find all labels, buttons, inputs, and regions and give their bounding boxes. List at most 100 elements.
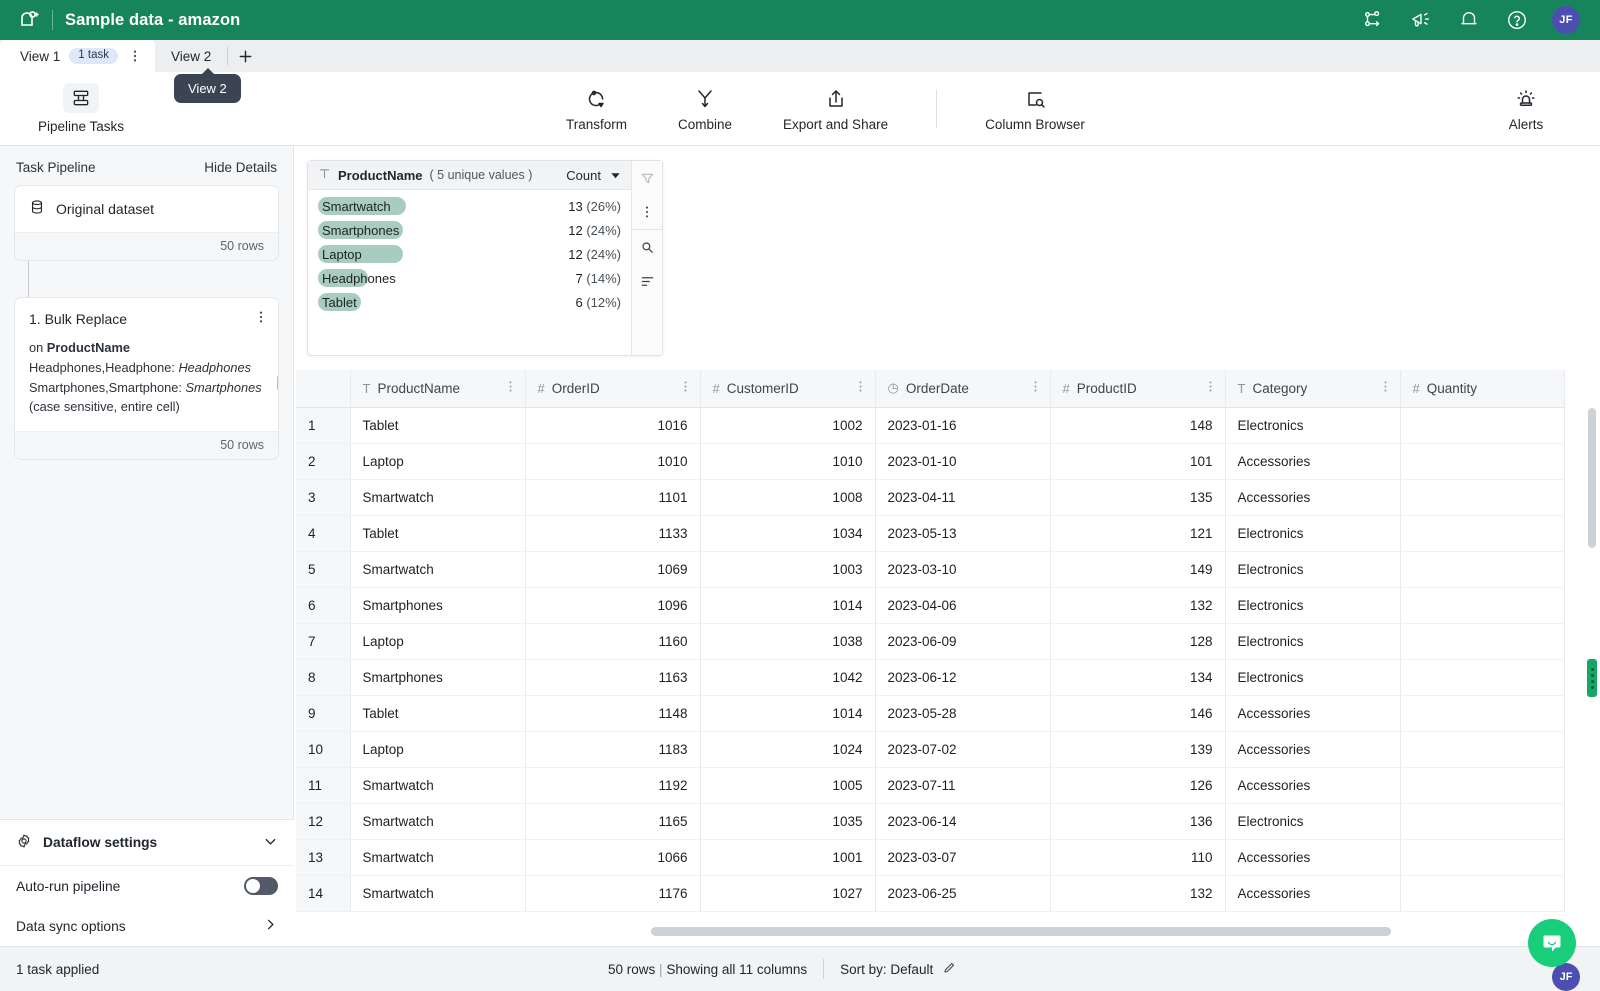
cell-orderid[interactable]: 1192 <box>525 767 701 804</box>
table-row[interactable]: 13 Smartwatch 1066 1001 2023-03-07 110 Accesso… <box>296 839 1565 876</box>
cell-category[interactable]: Electronics <box>1225 551 1401 588</box>
column-header-category[interactable]: T Category <box>1225 370 1401 408</box>
summary-more-options-icon[interactable] <box>632 195 662 229</box>
column-header-productid[interactable]: # ProductID <box>1050 370 1226 408</box>
cell-orderid[interactable]: 1160 <box>525 623 701 660</box>
cell-category[interactable]: Electronics <box>1225 659 1401 696</box>
cell-productname[interactable]: Smartphones <box>350 587 526 624</box>
cell-orderid[interactable]: 1066 <box>525 839 701 876</box>
cell-category[interactable]: Accessories <box>1225 875 1401 912</box>
cell-productname[interactable]: Laptop <box>350 443 526 480</box>
cell-orderdate[interactable]: 2023-06-25 <box>875 875 1051 912</box>
summary-sort-selector[interactable]: Count <box>566 168 621 183</box>
cell-customerid[interactable]: 1008 <box>700 479 876 516</box>
cell-quantity[interactable] <box>1400 515 1565 552</box>
cell-productid[interactable]: 149 <box>1050 551 1226 588</box>
tab-view-1-more-icon[interactable] <box>127 49 143 63</box>
cell-productid[interactable]: 126 <box>1050 767 1226 804</box>
user-avatar[interactable]: JF <box>1552 6 1580 34</box>
cell-customerid[interactable]: 1042 <box>700 659 876 696</box>
cell-quantity[interactable] <box>1400 767 1565 804</box>
cell-productid[interactable]: 135 <box>1050 479 1226 516</box>
cell-orderdate[interactable]: 2023-06-12 <box>875 659 1051 696</box>
cell-orderdate[interactable]: 2023-07-02 <box>875 731 1051 768</box>
chevron-down-icon[interactable] <box>263 834 278 852</box>
table-row[interactable]: 11 Smartwatch 1192 1005 2023-07-11 126 Accesso… <box>296 767 1565 804</box>
dataflow-settings-header[interactable]: Dataflow settings <box>0 820 294 866</box>
table-row[interactable]: 6 Smartphones 1096 1014 2023-04-06 132 Electro… <box>296 587 1565 624</box>
cell-orderdate[interactable]: 2023-06-14 <box>875 803 1051 840</box>
table-row[interactable]: 9 Tablet 1148 1014 2023-05-28 146 Accessories <box>296 695 1565 732</box>
cell-orderid[interactable]: 1069 <box>525 551 701 588</box>
column-menu-icon[interactable] <box>854 380 867 396</box>
cell-customerid[interactable]: 1034 <box>700 515 876 552</box>
cell-customerid[interactable]: 1003 <box>700 551 876 588</box>
ribbon-column-browser[interactable]: Column Browser <box>985 85 1085 132</box>
cell-orderid[interactable]: 1163 <box>525 659 701 696</box>
cell-orderdate[interactable]: 2023-04-06 <box>875 587 1051 624</box>
cell-category[interactable]: Accessories <box>1225 695 1401 732</box>
help-circle-icon[interactable] <box>1504 7 1530 33</box>
cell-customerid[interactable]: 1001 <box>700 839 876 876</box>
cell-productname[interactable]: Smartwatch <box>350 875 526 912</box>
table-row[interactable]: 7 Laptop 1160 1038 2023-06-09 128 Electronics <box>296 623 1565 660</box>
cell-orderid[interactable]: 1165 <box>525 803 701 840</box>
summary-value-row[interactable]: Tablet 6 (12%) <box>308 290 631 314</box>
cell-orderdate[interactable]: 2023-01-16 <box>875 407 1051 444</box>
cell-quantity[interactable] <box>1400 551 1565 588</box>
cell-productname[interactable]: Smartwatch <box>350 767 526 804</box>
cell-productname[interactable]: Smartwatch <box>350 839 526 876</box>
column-menu-icon[interactable] <box>504 380 517 396</box>
cell-category[interactable]: Electronics <box>1225 587 1401 624</box>
column-menu-icon[interactable] <box>1029 380 1042 396</box>
cell-category[interactable]: Electronics <box>1225 803 1401 840</box>
cell-productid[interactable]: 139 <box>1050 731 1226 768</box>
table-row[interactable]: 8 Smartphones 1163 1042 2023-06-12 134 Electro… <box>296 659 1565 696</box>
vertical-scrollbar[interactable] <box>1588 408 1596 548</box>
cell-orderdate[interactable]: 2023-04-11 <box>875 479 1051 516</box>
pencil-icon[interactable] <box>942 961 956 978</box>
cell-quantity[interactable] <box>1400 407 1565 444</box>
cell-productname[interactable]: Tablet <box>350 407 526 444</box>
cell-orderid[interactable]: 1148 <box>525 695 701 732</box>
cell-productname[interactable]: Laptop <box>350 623 526 660</box>
column-menu-icon[interactable] <box>679 380 692 396</box>
grid-drag-handle[interactable] <box>1587 659 1597 697</box>
cell-orderid[interactable]: 1133 <box>525 515 701 552</box>
cell-customerid[interactable]: 1035 <box>700 803 876 840</box>
cell-customerid[interactable]: 1014 <box>700 587 876 624</box>
data-grid[interactable]: T ProductName # OrderID # CustomerID ◷ OrderDat… <box>296 370 1600 946</box>
column-header-quantity[interactable]: # Quantity <box>1400 370 1565 408</box>
tab-view-1[interactable]: View 1 1 task <box>0 40 155 72</box>
cell-category[interactable]: Electronics <box>1225 515 1401 552</box>
table-row[interactable]: 2 Laptop 1010 1010 2023-01-10 101 Accessories <box>296 443 1565 480</box>
cell-orderdate[interactable]: 2023-03-07 <box>875 839 1051 876</box>
chat-bubble-icon[interactable] <box>1528 919 1576 967</box>
cell-quantity[interactable] <box>1400 587 1565 624</box>
table-row[interactable]: 14 Smartwatch 1176 1027 2023-06-25 132 Accesso… <box>296 875 1565 912</box>
cell-customerid[interactable]: 1002 <box>700 407 876 444</box>
add-tab-button[interactable] <box>228 40 262 72</box>
cell-category[interactable]: Accessories <box>1225 443 1401 480</box>
search-icon[interactable] <box>632 230 662 264</box>
cell-productid[interactable]: 136 <box>1050 803 1226 840</box>
cell-category[interactable]: Accessories <box>1225 479 1401 516</box>
cell-customerid[interactable]: 1038 <box>700 623 876 660</box>
table-row[interactable]: 12 Smartwatch 1165 1035 2023-06-14 136 Electro… <box>296 803 1565 840</box>
ribbon-transform[interactable]: Transform <box>566 85 627 132</box>
cell-productname[interactable]: Tablet <box>350 695 526 732</box>
cell-quantity[interactable] <box>1400 875 1565 912</box>
ribbon-export-share[interactable]: Export and Share <box>783 85 888 132</box>
cell-quantity[interactable] <box>1400 443 1565 480</box>
ribbon-pipeline-tasks[interactable]: Pipeline Tasks <box>38 83 124 134</box>
column-menu-icon[interactable] <box>1204 380 1217 396</box>
column-header-orderdate[interactable]: ◷ OrderDate <box>875 370 1051 408</box>
cell-orderid[interactable]: 1101 <box>525 479 701 516</box>
pipeline-node-original-dataset[interactable]: Original dataset 50 rows <box>14 185 279 261</box>
ribbon-combine[interactable]: Combine <box>675 85 735 132</box>
table-row[interactable]: 10 Laptop 1183 1024 2023-07-02 139 Accessories <box>296 731 1565 768</box>
app-logo-icon[interactable] <box>14 3 48 37</box>
sort-icon[interactable] <box>632 264 662 298</box>
cell-productid[interactable]: 148 <box>1050 407 1226 444</box>
cell-productname[interactable]: Tablet <box>350 515 526 552</box>
